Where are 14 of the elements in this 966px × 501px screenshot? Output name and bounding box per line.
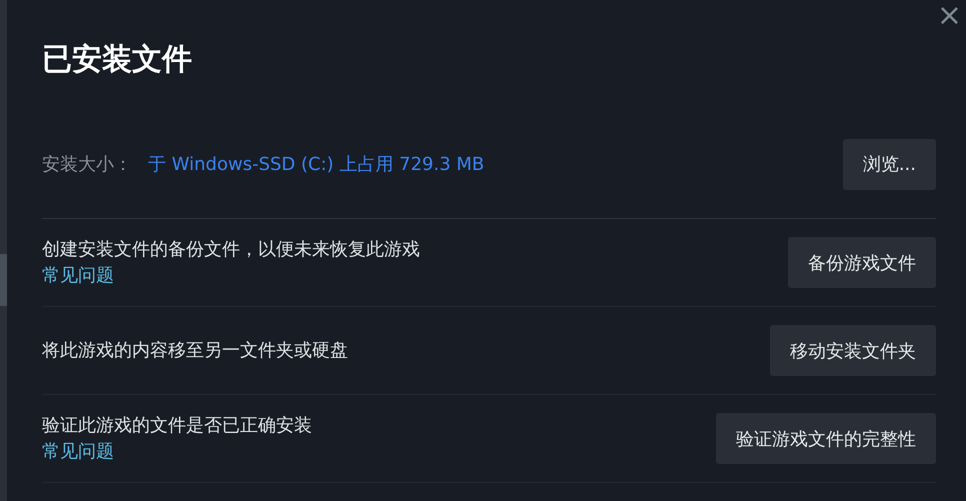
browse-button[interactable]: 浏览... bbox=[842, 138, 936, 190]
action-description: 将此游戏的内容移至另一文件夹或硬盘 bbox=[42, 338, 349, 362]
faq-link[interactable]: 常见问题 bbox=[42, 438, 114, 464]
action-button[interactable]: 移动安装文件夹 bbox=[770, 325, 936, 376]
action-description: 验证此游戏的文件是否已正确安装 bbox=[42, 414, 313, 438]
action-button[interactable]: 备份游戏文件 bbox=[788, 237, 936, 288]
scrollbar-thumb[interactable] bbox=[0, 254, 7, 306]
action-description: 创建安装文件的备份文件，以便未来恢复此游戏 bbox=[42, 238, 421, 262]
dialog-title: 已安装文件 bbox=[42, 41, 193, 79]
install-size-label: 安装大小： bbox=[42, 153, 132, 176]
faq-link[interactable]: 常见问题 bbox=[42, 262, 114, 288]
install-size-value: 于 Windows-SSD (C:) 上占用 729.3 MB bbox=[148, 153, 486, 176]
close-button[interactable]: × bbox=[936, 2, 962, 30]
action-button[interactable]: 验证游戏文件的完整性 bbox=[716, 413, 936, 464]
